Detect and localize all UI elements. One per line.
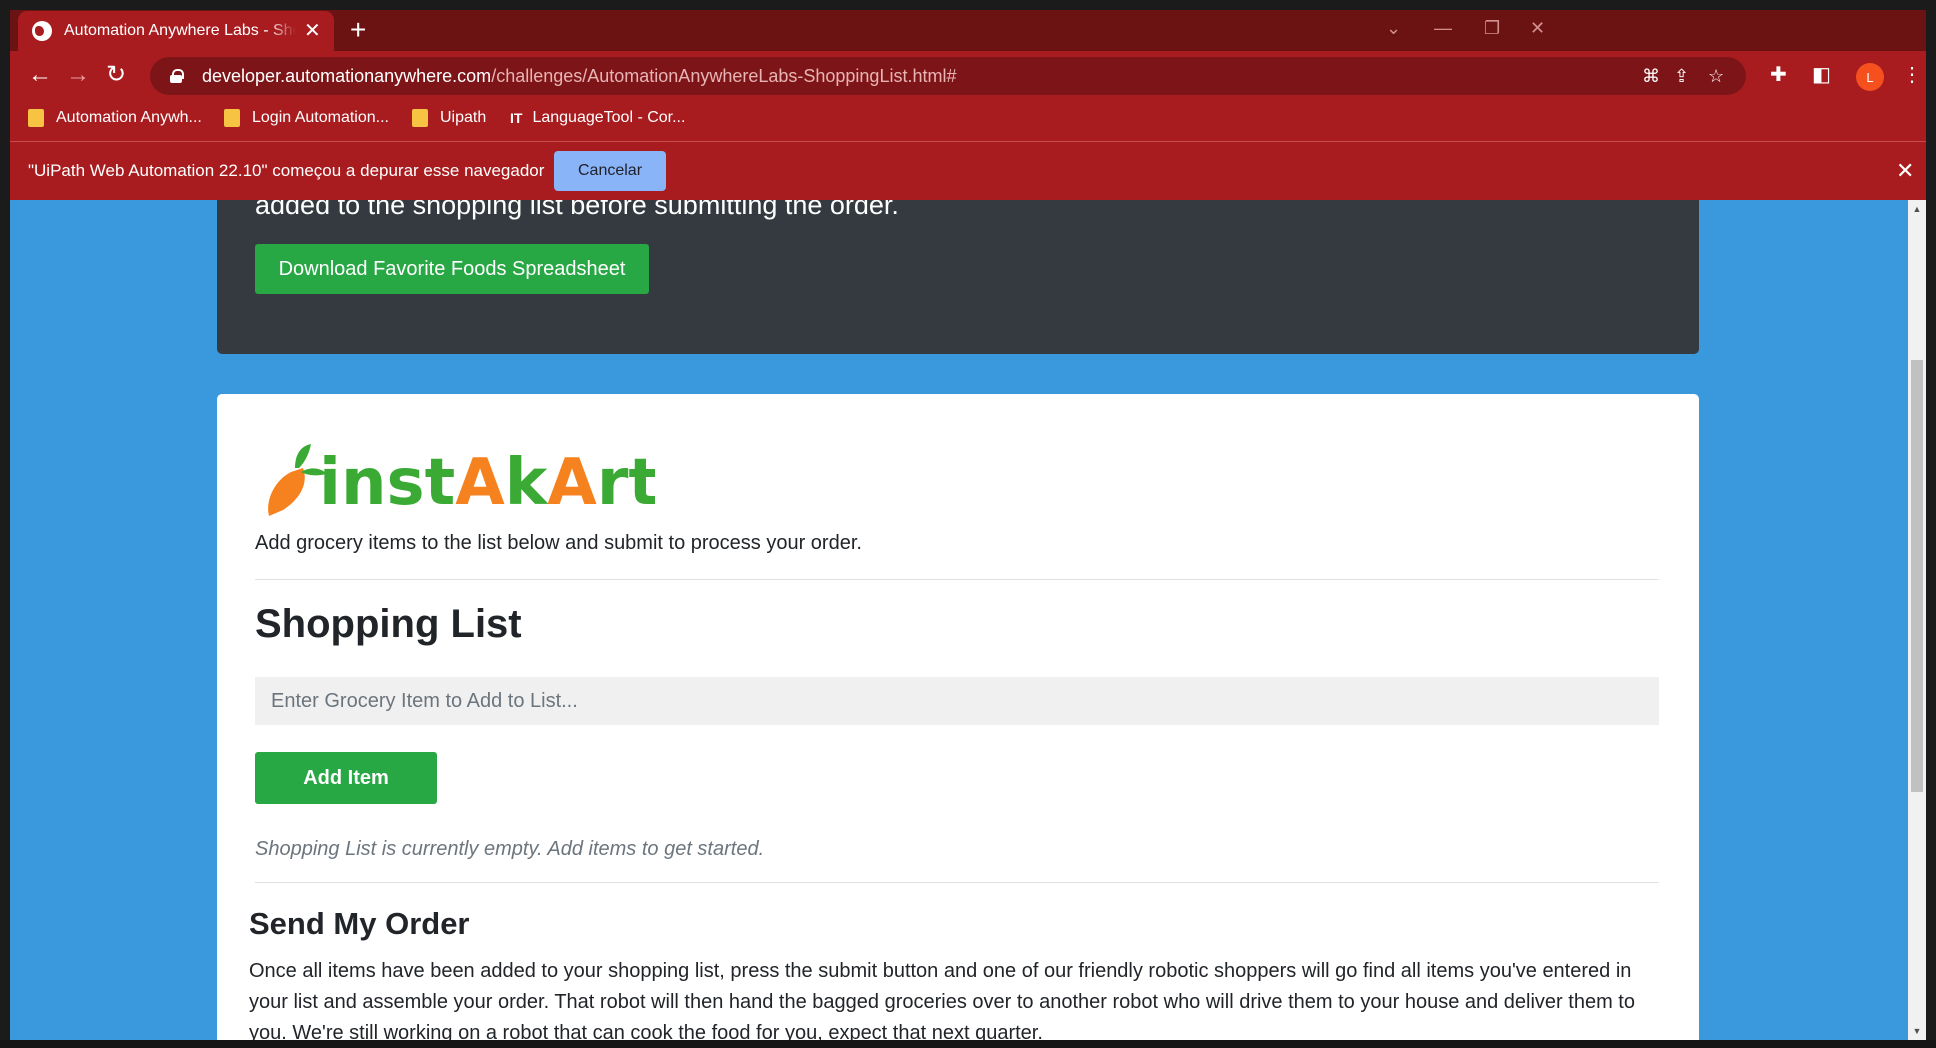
empty-list-message: Shopping List is currently empty. Add it… [255, 838, 765, 860]
carrot-icon [268, 468, 305, 516]
shopping-card: instAkArt Add grocery items to the list … [217, 394, 1699, 1040]
instructions-card: added to the shopping list before submit… [217, 200, 1699, 354]
page-viewport: added to the shopping list before submit… [10, 200, 1908, 1040]
restore-icon[interactable]: ❐ [1484, 18, 1500, 39]
infobar-message: "UiPath Web Automation 22.10" começou a … [28, 161, 545, 180]
carrot-leaf-icon [295, 444, 311, 468]
send-order-heading: Send My Order [249, 906, 470, 941]
taskbar-edge [0, 1040, 1936, 1048]
browser-toolbar: ← → ↻ developer.automationanywhere.com/c… [10, 51, 1926, 101]
globe-icon [32, 21, 52, 41]
minimize-icon[interactable]: — [1434, 18, 1452, 39]
reload-icon[interactable]: ↻ [106, 61, 126, 89]
bookmark-uipath[interactable]: Uipath [412, 109, 486, 127]
divider [255, 579, 1659, 580]
new-tab-button[interactable]: + [350, 16, 366, 44]
back-icon[interactable]: ← [28, 61, 52, 89]
bookmark-label: Login Automation... [252, 109, 389, 126]
intro-text: Add grocery items to the list below and … [255, 532, 862, 554]
side-panel-icon[interactable]: ◧ [1812, 63, 1831, 87]
bookmark-folder-icon [224, 109, 240, 127]
infobar-cancel-button[interactable]: Cancelar [554, 151, 666, 191]
extensions-icon[interactable]: ✚ [1770, 63, 1787, 87]
logo-text: instAkArt [319, 446, 655, 520]
window-close-icon[interactable]: ✕ [1530, 18, 1545, 39]
shopping-list-heading: Shopping List [255, 602, 522, 646]
address-bar[interactable]: developer.automationanywhere.com/challen… [150, 57, 1746, 95]
tab-search-icon[interactable]: ⌄ [1386, 18, 1401, 39]
profile-avatar[interactable]: L [1856, 63, 1884, 91]
share-icon[interactable]: ⇪ [1674, 66, 1689, 87]
tab-strip: Automation Anywhere Labs - Shopping List… [10, 10, 1926, 51]
grocery-item-input[interactable] [255, 677, 1659, 725]
download-spreadsheet-button[interactable]: Download Favorite Foods Spreadsheet [255, 244, 649, 294]
url-path: /challenges/AutomationAnywhereLabs-Shopp… [491, 65, 957, 86]
scroll-down-icon[interactable]: ▼ [1908, 1022, 1926, 1040]
debug-infobar: "UiPath Web Automation 22.10" começou a … [10, 141, 1926, 200]
bookmark-label: LanguageTool - Cor... [532, 109, 686, 126]
languagetool-icon: IT [510, 110, 523, 126]
page-scrollbar[interactable]: ▲ ▼ [1908, 200, 1926, 1040]
bookmark-login-automation[interactable]: Login Automation... [224, 109, 389, 127]
add-item-button[interactable]: Add Item [255, 752, 437, 804]
menu-kebab-icon[interactable]: ⋮ [1902, 63, 1922, 87]
send-order-description: Once all items have been added to your s… [249, 960, 1635, 1040]
tab-close-icon[interactable]: ✕ [304, 21, 321, 41]
bookmarks-bar: Automation Anywh... Login Automation... … [10, 101, 1926, 141]
forward-icon[interactable]: → [66, 61, 90, 89]
scroll-up-icon[interactable]: ▲ [1908, 200, 1926, 218]
bookmark-label: Automation Anywh... [56, 109, 202, 126]
bookmark-star-icon[interactable]: ☆ [1708, 66, 1724, 87]
bookmark-automation-anywhere[interactable]: Automation Anywh... [28, 109, 202, 127]
lock-icon[interactable] [170, 69, 184, 83]
bookmark-languagetool[interactable]: IT LanguageTool - Cor... [510, 109, 685, 127]
bookmark-label: Uipath [440, 109, 487, 126]
tab-title: Automation Anywhere Labs - Shopping List [64, 22, 296, 39]
translate-icon[interactable]: ⌘ [1642, 66, 1660, 87]
infobar-close-icon[interactable]: ✕ [1896, 158, 1914, 184]
url-host: developer.automationanywhere.com [202, 65, 492, 86]
bookmark-folder-icon [28, 109, 44, 127]
instructions-text: added to the shopping list before submit… [255, 200, 899, 220]
instakart-logo: instAkArt [268, 444, 655, 520]
scrollbar-thumb[interactable] [1911, 360, 1923, 792]
divider [255, 882, 1659, 883]
bookmark-folder-icon [412, 109, 428, 127]
browser-tab[interactable]: Automation Anywhere Labs - Shopping List… [18, 11, 334, 51]
